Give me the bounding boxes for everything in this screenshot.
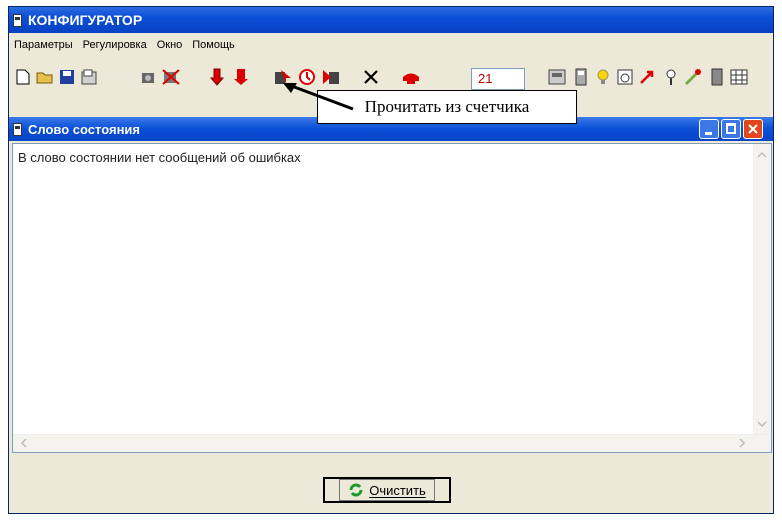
upload-icon[interactable] <box>231 66 251 88</box>
clear-button[interactable]: Очистить <box>323 477 451 503</box>
scroll-down-icon <box>757 421 767 428</box>
menu-parameters[interactable]: Параметры <box>9 39 78 51</box>
calendar-icon[interactable] <box>615 66 635 88</box>
title-bar: КОНФИГУРАТОР <box>9 7 773 33</box>
status-message: В слово состоянии нет сообщений об ошибк… <box>18 150 301 165</box>
status-window: Слово состояния В слово состоянии нет со… <box>9 117 773 513</box>
tooltip-text: Прочитать из счетчика <box>364 97 530 116</box>
phone-icon[interactable] <box>401 66 421 88</box>
device-icon-2[interactable] <box>707 66 727 88</box>
status-window-title: Слово состояния <box>28 121 140 137</box>
menu-bar: Параметры Регулировка Окно Помощь <box>9 34 773 56</box>
scroll-up-icon <box>757 151 767 158</box>
minimize-button[interactable] <box>699 119 719 139</box>
horizontal-scrollbar[interactable] <box>13 434 771 452</box>
window-title: КОНФИГУРАТОР <box>28 12 143 28</box>
status-textarea[interactable]: В слово состоянии нет сообщений об ошибк… <box>12 143 772 453</box>
probe-icon[interactable] <box>661 66 681 88</box>
vertical-scrollbar[interactable] <box>753 144 771 435</box>
scroll-right-icon <box>739 438 746 448</box>
maximize-button[interactable] <box>721 119 741 139</box>
app-window: КОНФИГУРАТОР Параметры Регулировка Окно … <box>8 6 774 514</box>
menu-help[interactable]: Помощь <box>187 39 240 51</box>
disconnect-icon[interactable] <box>161 66 181 88</box>
counter-field[interactable]: 21 <box>471 68 525 90</box>
clear-button-label: Очистить <box>369 482 426 498</box>
arrow-icon[interactable] <box>637 66 657 88</box>
delete-icon[interactable] <box>361 66 381 88</box>
download-icon[interactable] <box>207 66 227 88</box>
scroll-left-icon <box>20 438 27 448</box>
refresh-icon <box>349 483 363 497</box>
grid-icon[interactable] <box>729 66 749 88</box>
menu-window[interactable]: Окно <box>152 39 188 51</box>
new-icon[interactable] <box>13 66 33 88</box>
status-window-icon <box>13 122 22 136</box>
bulb-icon[interactable] <box>593 66 613 88</box>
device-icon[interactable] <box>571 66 591 88</box>
callout-arrow <box>283 83 354 111</box>
meter-icon[interactable] <box>547 66 567 88</box>
menu-regulation[interactable]: Регулировка <box>78 39 152 51</box>
properties-icon[interactable] <box>79 66 99 88</box>
connect-icon[interactable] <box>139 66 159 88</box>
open-icon[interactable] <box>35 66 55 88</box>
close-button[interactable] <box>743 119 763 139</box>
tools-icon[interactable] <box>683 66 703 88</box>
app-icon <box>13 13 22 27</box>
save-icon[interactable] <box>57 66 77 88</box>
